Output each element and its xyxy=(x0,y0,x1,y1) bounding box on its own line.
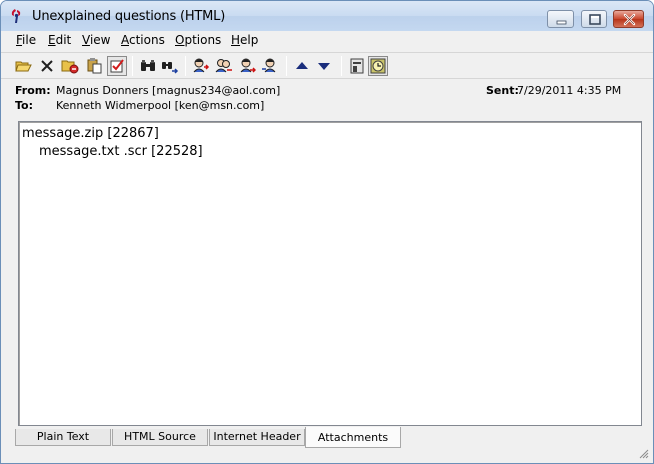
to-value: Kenneth Widmerpool [ken@msn.com] xyxy=(56,99,265,112)
minimize-button[interactable] xyxy=(547,10,574,28)
open-folder-icon[interactable] xyxy=(14,57,32,75)
tab-html-source[interactable]: HTML Source xyxy=(112,429,208,446)
menu-options[interactable]: Options xyxy=(175,33,221,47)
toolbar-separator xyxy=(132,56,133,76)
sent-value: 7/29/2011 4:35 PM xyxy=(517,84,622,97)
from-label: From: xyxy=(15,84,51,97)
resize-grip-icon[interactable] xyxy=(637,447,649,459)
menu-edit[interactable]: Edit xyxy=(48,33,71,47)
menu-actions[interactable]: Actions xyxy=(121,33,165,47)
find-binoculars-icon[interactable] xyxy=(139,57,157,75)
toolbar-separator xyxy=(341,56,342,76)
close-button[interactable] xyxy=(613,10,644,28)
reply-all-icon[interactable] xyxy=(215,57,233,75)
attachments-panel[interactable]: message.zip [22867] message.txt .scr [22… xyxy=(18,121,642,426)
check-box-icon[interactable] xyxy=(107,56,127,76)
tab-attachments[interactable]: Attachments xyxy=(305,427,401,448)
sent-label: Sent: xyxy=(486,84,519,97)
menu-bar: File Edit View Actions Options Help xyxy=(1,31,653,51)
find-next-icon[interactable] xyxy=(161,57,179,75)
delete-icon[interactable] xyxy=(38,57,56,75)
from-value: Magnus Donners [magnus234@aol.com] xyxy=(56,84,281,97)
title-bar[interactable]: Unexplained questions (HTML) xyxy=(1,1,653,31)
reply-icon[interactable] xyxy=(192,57,210,75)
menu-file[interactable]: File xyxy=(16,33,36,47)
menu-view[interactable]: View xyxy=(82,33,110,47)
to-label: To: xyxy=(15,99,33,112)
properties-icon[interactable] xyxy=(348,57,366,75)
paste-icon[interactable] xyxy=(85,57,103,75)
attachment-item[interactable]: message.txt .scr [22528] xyxy=(39,144,203,159)
tab-internet-header[interactable]: Internet Header xyxy=(209,429,305,446)
clock-icon[interactable] xyxy=(368,56,388,76)
window-title: Unexplained questions (HTML) xyxy=(32,9,226,24)
save-folder-icon[interactable] xyxy=(61,57,79,75)
forward-icon[interactable] xyxy=(238,57,257,75)
down-arrow-icon[interactable] xyxy=(315,57,333,75)
toolbar xyxy=(1,52,653,79)
menu-help[interactable]: Help xyxy=(231,33,258,47)
toolbar-separator xyxy=(286,56,287,76)
toolbar-separator xyxy=(185,56,186,76)
attachment-item[interactable]: message.zip [22867] xyxy=(22,126,159,141)
tab-plain-text[interactable]: Plain Text xyxy=(15,429,111,446)
doctor-pen-icon xyxy=(9,8,25,24)
redirect-icon[interactable] xyxy=(261,57,279,75)
email-viewer-window: Unexplained questions (HTML) File Edit V… xyxy=(0,0,654,464)
up-arrow-icon[interactable] xyxy=(293,57,311,75)
maximize-button[interactable] xyxy=(581,10,607,28)
